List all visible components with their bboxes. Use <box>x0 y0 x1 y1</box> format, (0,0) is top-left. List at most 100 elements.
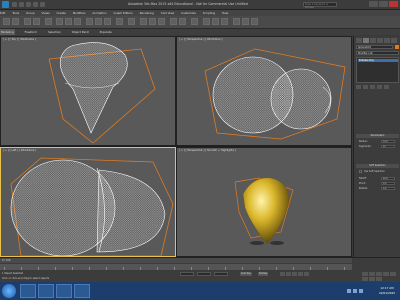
schematic-view-button[interactable] <box>212 18 219 25</box>
snap-button[interactable] <box>140 18 147 25</box>
segments-spinner[interactable]: 32 <box>381 145 395 148</box>
create-tab[interactable] <box>356 38 362 43</box>
pinch-spinner[interactable]: 0.0 <box>381 182 395 185</box>
rotate-button[interactable] <box>95 18 102 25</box>
clock-date[interactable]: 22/01/2015 <box>375 291 399 295</box>
tab-freeform[interactable]: Freeform <box>24 29 38 35</box>
select-object-button[interactable] <box>56 18 63 25</box>
set-key-button[interactable]: Set Key <box>258 272 269 276</box>
search-input[interactable]: Type a keyword or phrase <box>303 2 337 9</box>
make-unique-icon[interactable] <box>370 85 375 89</box>
rectangle-select-button[interactable] <box>74 18 81 25</box>
app-logo-icon[interactable] <box>2 1 9 8</box>
soft-selection-rollout[interactable]: Soft Selection <box>356 164 399 168</box>
pivot-button[interactable] <box>128 18 135 25</box>
tab-populate[interactable]: Populate <box>99 29 113 35</box>
taskbar-app-media[interactable] <box>56 284 72 298</box>
scale-button[interactable] <box>104 18 111 25</box>
motion-tab[interactable] <box>377 38 383 43</box>
use-soft-selection-checkbox[interactable] <box>359 170 362 173</box>
pan-icon[interactable] <box>362 277 368 281</box>
minimize-button[interactable] <box>369 1 378 7</box>
viewport-top[interactable]: [ + ] [ Top ] [ Wireframe ] <box>0 36 176 146</box>
move-button[interactable] <box>86 18 93 25</box>
time-slider[interactable]: 0 / 100 <box>0 258 352 263</box>
align-button[interactable] <box>179 18 186 25</box>
render-setup-button[interactable] <box>233 18 240 25</box>
maximize-button[interactable] <box>379 1 388 7</box>
viewport-left[interactable]: [ + ] [ Left ] [ Wireframe ] <box>0 147 176 257</box>
pin-stack-icon[interactable] <box>356 85 361 89</box>
undo-button[interactable] <box>3 18 10 25</box>
configure-sets-icon[interactable] <box>384 85 389 89</box>
y-coordinate-field[interactable] <box>197 272 211 276</box>
undo-icon[interactable] <box>33 2 38 7</box>
clock-time[interactable]: 12:17 AM <box>375 286 399 290</box>
field-of-view-icon[interactable] <box>390 272 396 276</box>
render-button[interactable] <box>251 18 258 25</box>
parameters-rollout[interactable]: Parameters <box>356 134 399 138</box>
go-to-start-icon[interactable] <box>280 272 285 276</box>
unlink-button[interactable] <box>33 18 40 25</box>
param-label: Pinch: <box>359 182 366 185</box>
viewport-perspective-shaded[interactable]: [ + ] [ Perspective ] [ Smooth + Highlig… <box>176 147 352 257</box>
mirror-button[interactable] <box>170 18 177 25</box>
display-tab[interactable] <box>384 38 390 43</box>
maximize-viewport-icon[interactable] <box>376 277 382 281</box>
select-by-name-button[interactable] <box>65 18 72 25</box>
redo-button[interactable] <box>12 18 19 25</box>
open-icon[interactable] <box>19 2 24 7</box>
play-icon[interactable] <box>292 272 297 276</box>
go-to-end-icon[interactable] <box>304 272 309 276</box>
zoom-extents-icon[interactable] <box>376 272 382 276</box>
select-filter[interactable] <box>45 18 52 25</box>
render-frame-button[interactable] <box>242 18 249 25</box>
tab-modeling[interactable]: Modeling <box>0 29 15 35</box>
percent-snap-button[interactable] <box>158 18 165 25</box>
zoom-all-icon[interactable] <box>369 272 375 276</box>
link-button[interactable] <box>24 18 31 25</box>
angle-snap-button[interactable] <box>149 18 156 25</box>
layer-manager-button[interactable] <box>191 18 198 25</box>
zoom-extents-all-icon[interactable] <box>383 272 389 276</box>
viewport-perspective[interactable]: [ + ] [ Perspective ] [ Wireframe ] <box>176 36 352 146</box>
falloff-spinner[interactable]: 20.0 <box>381 177 395 180</box>
network-icon[interactable] <box>347 289 351 293</box>
tab-selection[interactable]: Selection <box>47 29 62 35</box>
wireframe-perspective <box>204 48 346 140</box>
taskbar-app-browser[interactable] <box>38 284 54 298</box>
previous-frame-icon[interactable] <box>286 272 291 276</box>
curve-editor-button[interactable] <box>203 18 210 25</box>
bubble-spinner[interactable]: 0.0 <box>381 187 395 190</box>
remove-modifier-icon[interactable] <box>377 85 382 89</box>
track-bar[interactable] <box>0 264 352 270</box>
start-button[interactable] <box>2 284 16 298</box>
redo-icon[interactable] <box>40 2 45 7</box>
save-icon[interactable] <box>26 2 31 7</box>
orbit-icon[interactable] <box>369 277 375 281</box>
object-color-swatch[interactable] <box>395 45 399 49</box>
modifier-list-dropdown[interactable]: Modifier List <box>356 51 399 55</box>
stack-item[interactable]: Editable Poly <box>358 59 398 62</box>
next-frame-icon[interactable] <box>298 272 303 276</box>
object-name-field[interactable]: Sphere001 <box>356 45 393 49</box>
reference-coordinate-dropdown[interactable] <box>116 18 123 25</box>
taskbar-app-explorer[interactable] <box>20 284 36 298</box>
volume-icon[interactable] <box>353 289 357 293</box>
zoom-icon[interactable] <box>362 272 368 276</box>
auto-key-button[interactable]: Auto Key <box>240 272 252 276</box>
modify-tab[interactable] <box>363 38 369 43</box>
action-center-icon[interactable] <box>359 289 363 293</box>
radius-spinner[interactable]: 15.0 <box>381 140 395 143</box>
z-coordinate-field[interactable] <box>214 272 228 276</box>
hierarchy-tab[interactable] <box>370 38 376 43</box>
new-icon[interactable] <box>12 2 17 7</box>
close-button[interactable] <box>389 1 398 7</box>
show-end-result-icon[interactable] <box>363 85 368 89</box>
material-editor-button[interactable] <box>221 18 228 25</box>
x-coordinate-field[interactable] <box>180 272 194 276</box>
utilities-tab[interactable] <box>391 38 397 43</box>
tab-object-paint[interactable]: Object Paint <box>71 29 90 35</box>
taskbar-app-3dsmax[interactable] <box>74 284 90 298</box>
selection-status: 1 Object Selected <box>2 272 24 275</box>
